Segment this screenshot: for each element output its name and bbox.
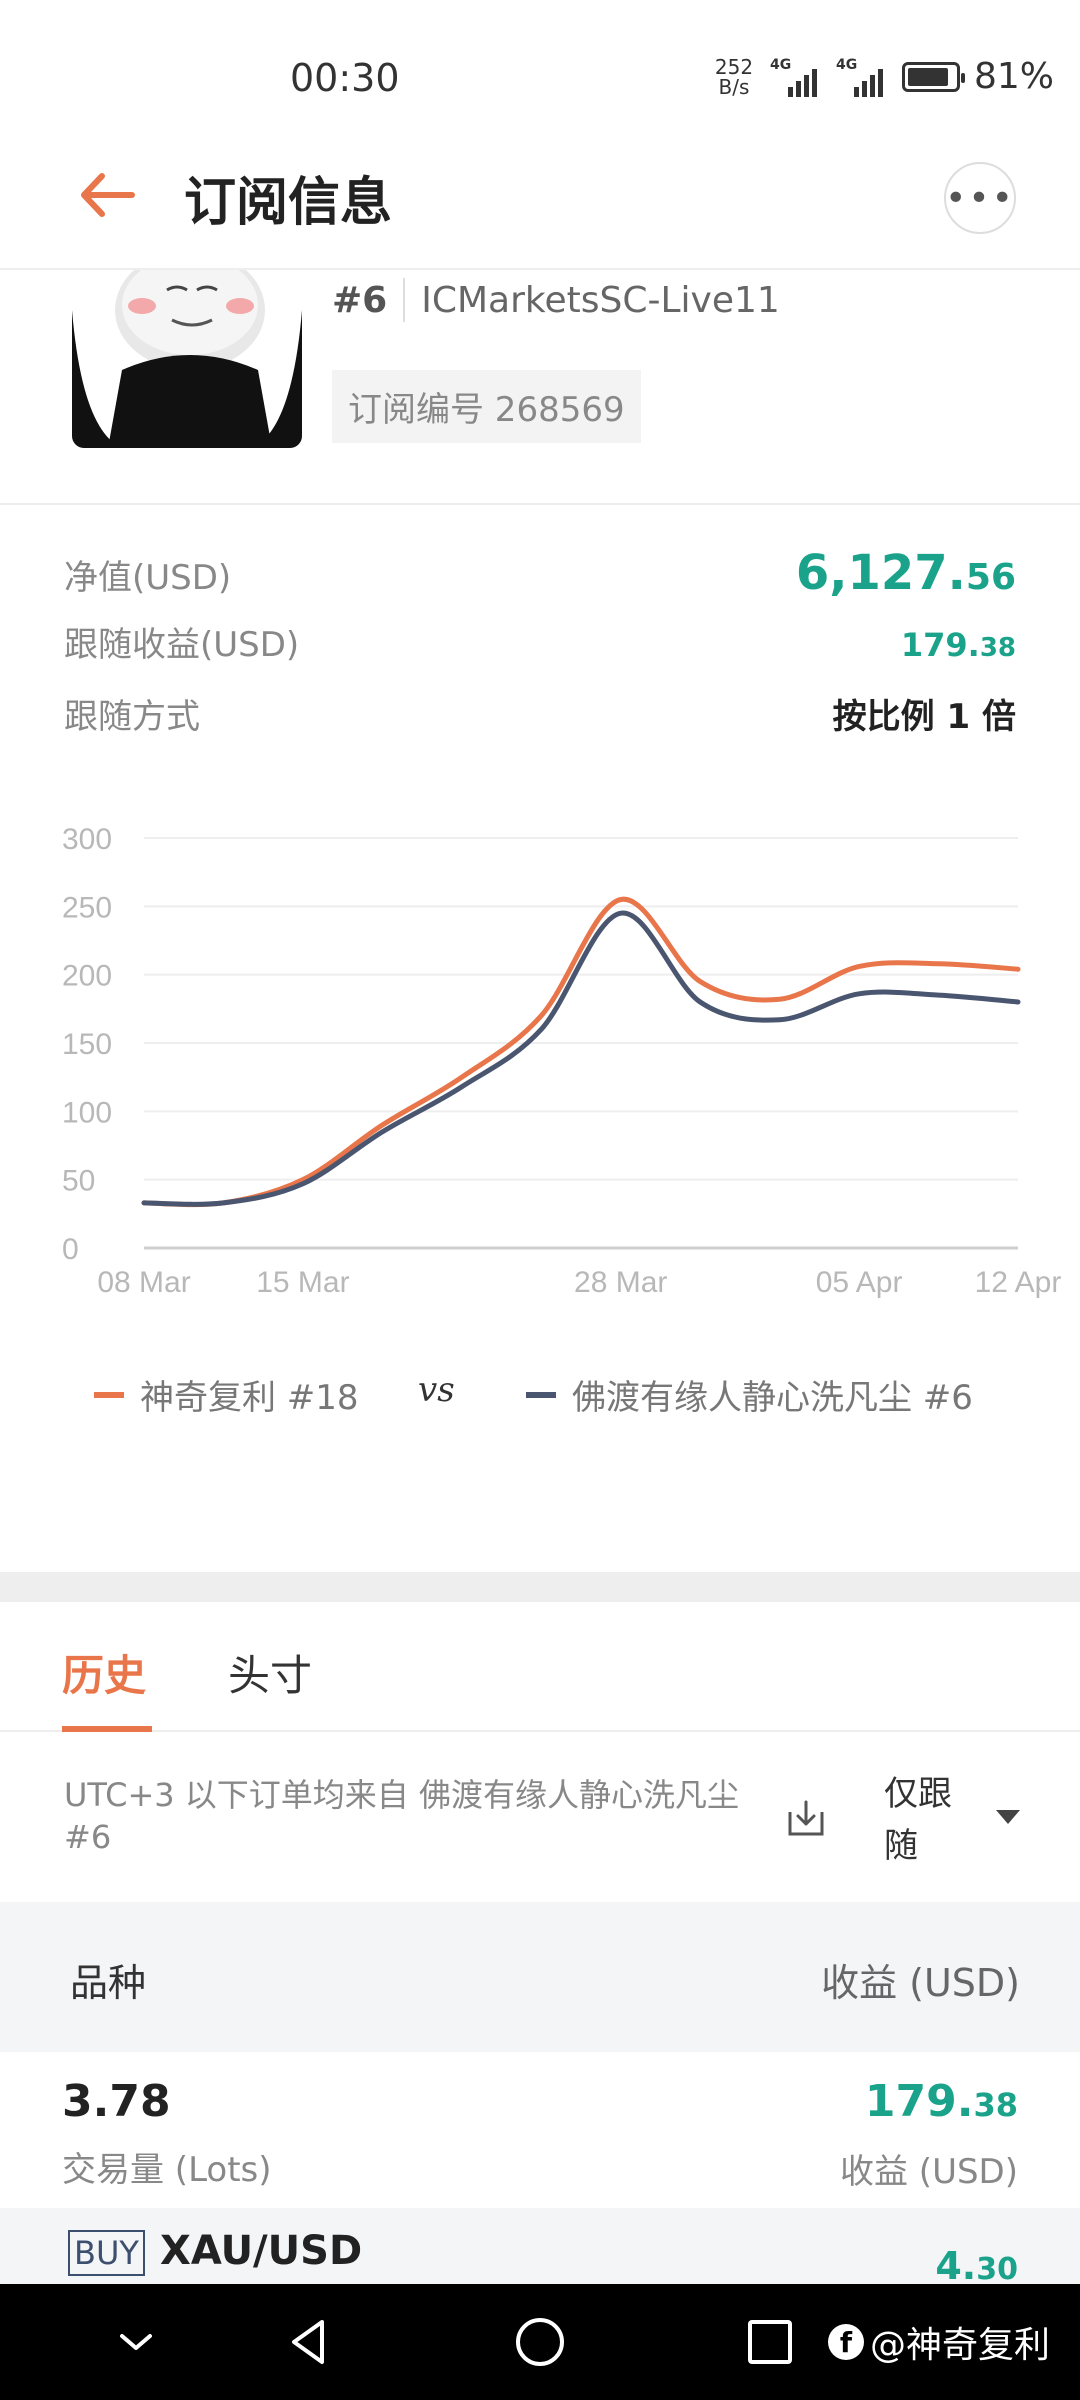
system-nav-bar: f @神奇复利 [0,2284,1080,2400]
net-speed: 252 B/s [714,54,754,99]
follow-mode-label: 跟随方式 [64,697,200,737]
legend-swatch-1 [94,1391,124,1398]
equity-value: 6,127.56 [795,545,1016,601]
y-tick-label: 150 [62,1028,112,1061]
recents-icon[interactable] [740,2312,800,2372]
battery-icon [901,61,965,92]
avatar[interactable] [72,270,302,448]
subscription-id-badge: 订阅编号 268569 [332,370,641,443]
app-bar: 订阅信息 ••• [0,120,1080,270]
x-tick-label: 12 Apr [975,1266,1062,1299]
total-profit-label: 收益 (USD) [840,2152,1018,2192]
signal-icon-2: 4G [836,57,888,97]
legend-item-series-1[interactable]: 神奇复利 #18 [94,1370,359,1419]
divider [403,278,406,322]
total-profit: 179.38 [864,2076,1018,2127]
y-tick-label: 200 [62,960,112,993]
status-bar: 00:30 252 B/s 4G 4G 81% [0,0,1080,120]
trade-profit: 4.30 [935,2244,1018,2288]
legend-label-1: 神奇复利 #18 [140,1378,359,1418]
signal-number: #6 [332,279,388,321]
order-source-note: UTC+3 以下订单均来自 佛渡有缘人静心洗凡尘#6 仅跟随 [0,1734,1080,1902]
follow-profit-row: 跟随收益(USD) 179.38 [64,617,1016,689]
follow-profit-label: 跟随收益(USD) [64,625,300,665]
trade-symbol: XAU/USD [160,2228,363,2274]
x-tick-label: 08 Mar [97,1266,190,1299]
avatar-image [72,270,302,448]
col-profit: 收益 (USD) [821,1961,1020,2005]
stats-panel: 净值(USD) 6,127.56 跟随收益(USD) 179.38 跟随方式 按… [64,545,1016,761]
facebook-icon: f [827,2324,864,2360]
col-symbol: 品种 [70,1961,147,2005]
equity-row: 净值(USD) 6,127.56 [64,545,1016,617]
battery-percent: 81% [973,56,1054,97]
chevron-down-icon[interactable] [996,1810,1020,1824]
back-icon[interactable] [280,2312,340,2372]
y-tick-label: 0 [62,1233,79,1266]
status-time: 00:30 [290,56,400,100]
follow-filter-select[interactable]: 仅跟随 [884,1768,964,1872]
equity-label: 净值(USD) [64,558,232,598]
status-indicators: 252 B/s 4G 4G 81% [712,56,1054,97]
series-line-1 [141,896,1021,1208]
tab-positions[interactable]: 头寸 [228,1642,312,1703]
download-icon[interactable] [786,1798,826,1838]
series-line-2 [141,910,1021,1207]
x-tick-label: 15 Mar [256,1266,349,1299]
account-line: #6 ICMarketsSC-Live11 [332,278,780,322]
more-options-button[interactable]: ••• [944,162,1016,234]
table-row[interactable]: BUY XAU/USD 4.30 [0,2208,1080,2288]
section-divider [0,1572,1080,1602]
summary-row: 3.78 交易量 (Lots) 179.38 收益 (USD) [0,2052,1080,2208]
legend-item-series-2[interactable]: 佛渡有缘人静心洗凡尘 #6 [526,1370,973,1419]
signal-profile: #6 ICMarketsSC-Live11 订阅编号 268569 [0,270,1080,505]
back-arrow-icon[interactable] [76,170,136,220]
active-tab-indicator [62,1726,152,1732]
follow-profit-value: 179.38 [900,626,1016,664]
follow-mode-value: 按比例 1 倍 [832,697,1016,737]
page-title: 订阅信息 [184,173,393,233]
legend-swatch-2 [526,1391,556,1398]
comparison-chart: 0 50 100 150 200 250 300 08 Mar 15 Mar 28 Mar 05 A… [40,810,1070,1310]
y-tick-label: 250 [62,891,112,924]
y-tick-label: 100 [62,1096,112,1129]
x-tick-label: 28 Mar [574,1266,667,1299]
total-lots: 3.78 [62,2076,171,2127]
chart-svg: 0 50 100 150 200 250 300 08 Mar 15 Mar 28 Mar 05 A… [62,823,1062,1299]
server-name: ICMarketsSC-Live11 [421,279,780,321]
tab-history[interactable]: 历史 [62,1642,146,1703]
follow-mode-row: 跟随方式 按比例 1 倍 [64,689,1016,761]
table-header: 品种 收益 (USD) [0,1902,1080,2052]
total-lots-label: 交易量 (Lots) [62,2150,272,2190]
y-tick-label: 50 [62,1165,95,1198]
home-icon[interactable] [510,2312,570,2372]
side-badge: BUY [68,2230,145,2276]
signal-icon: 4G [770,57,822,97]
chart-legend: 神奇复利 #18 vs 佛渡有缘人静心洗凡尘 #6 [0,1370,1080,1430]
x-tick-label: 05 Apr [816,1266,903,1299]
vs-label: vs [418,1370,455,1410]
watermark: f @神奇复利 [827,2316,1050,2368]
tab-bar: 历史 头寸 [0,1602,1080,1732]
legend-label-2: 佛渡有缘人静心洗凡尘 #6 [572,1378,973,1418]
y-tick-label: 300 [62,823,112,856]
hide-keyboard-icon[interactable] [106,2312,166,2372]
order-source-text: UTC+3 以下订单均来自 佛渡有缘人静心洗凡尘#6 [64,1776,739,1856]
